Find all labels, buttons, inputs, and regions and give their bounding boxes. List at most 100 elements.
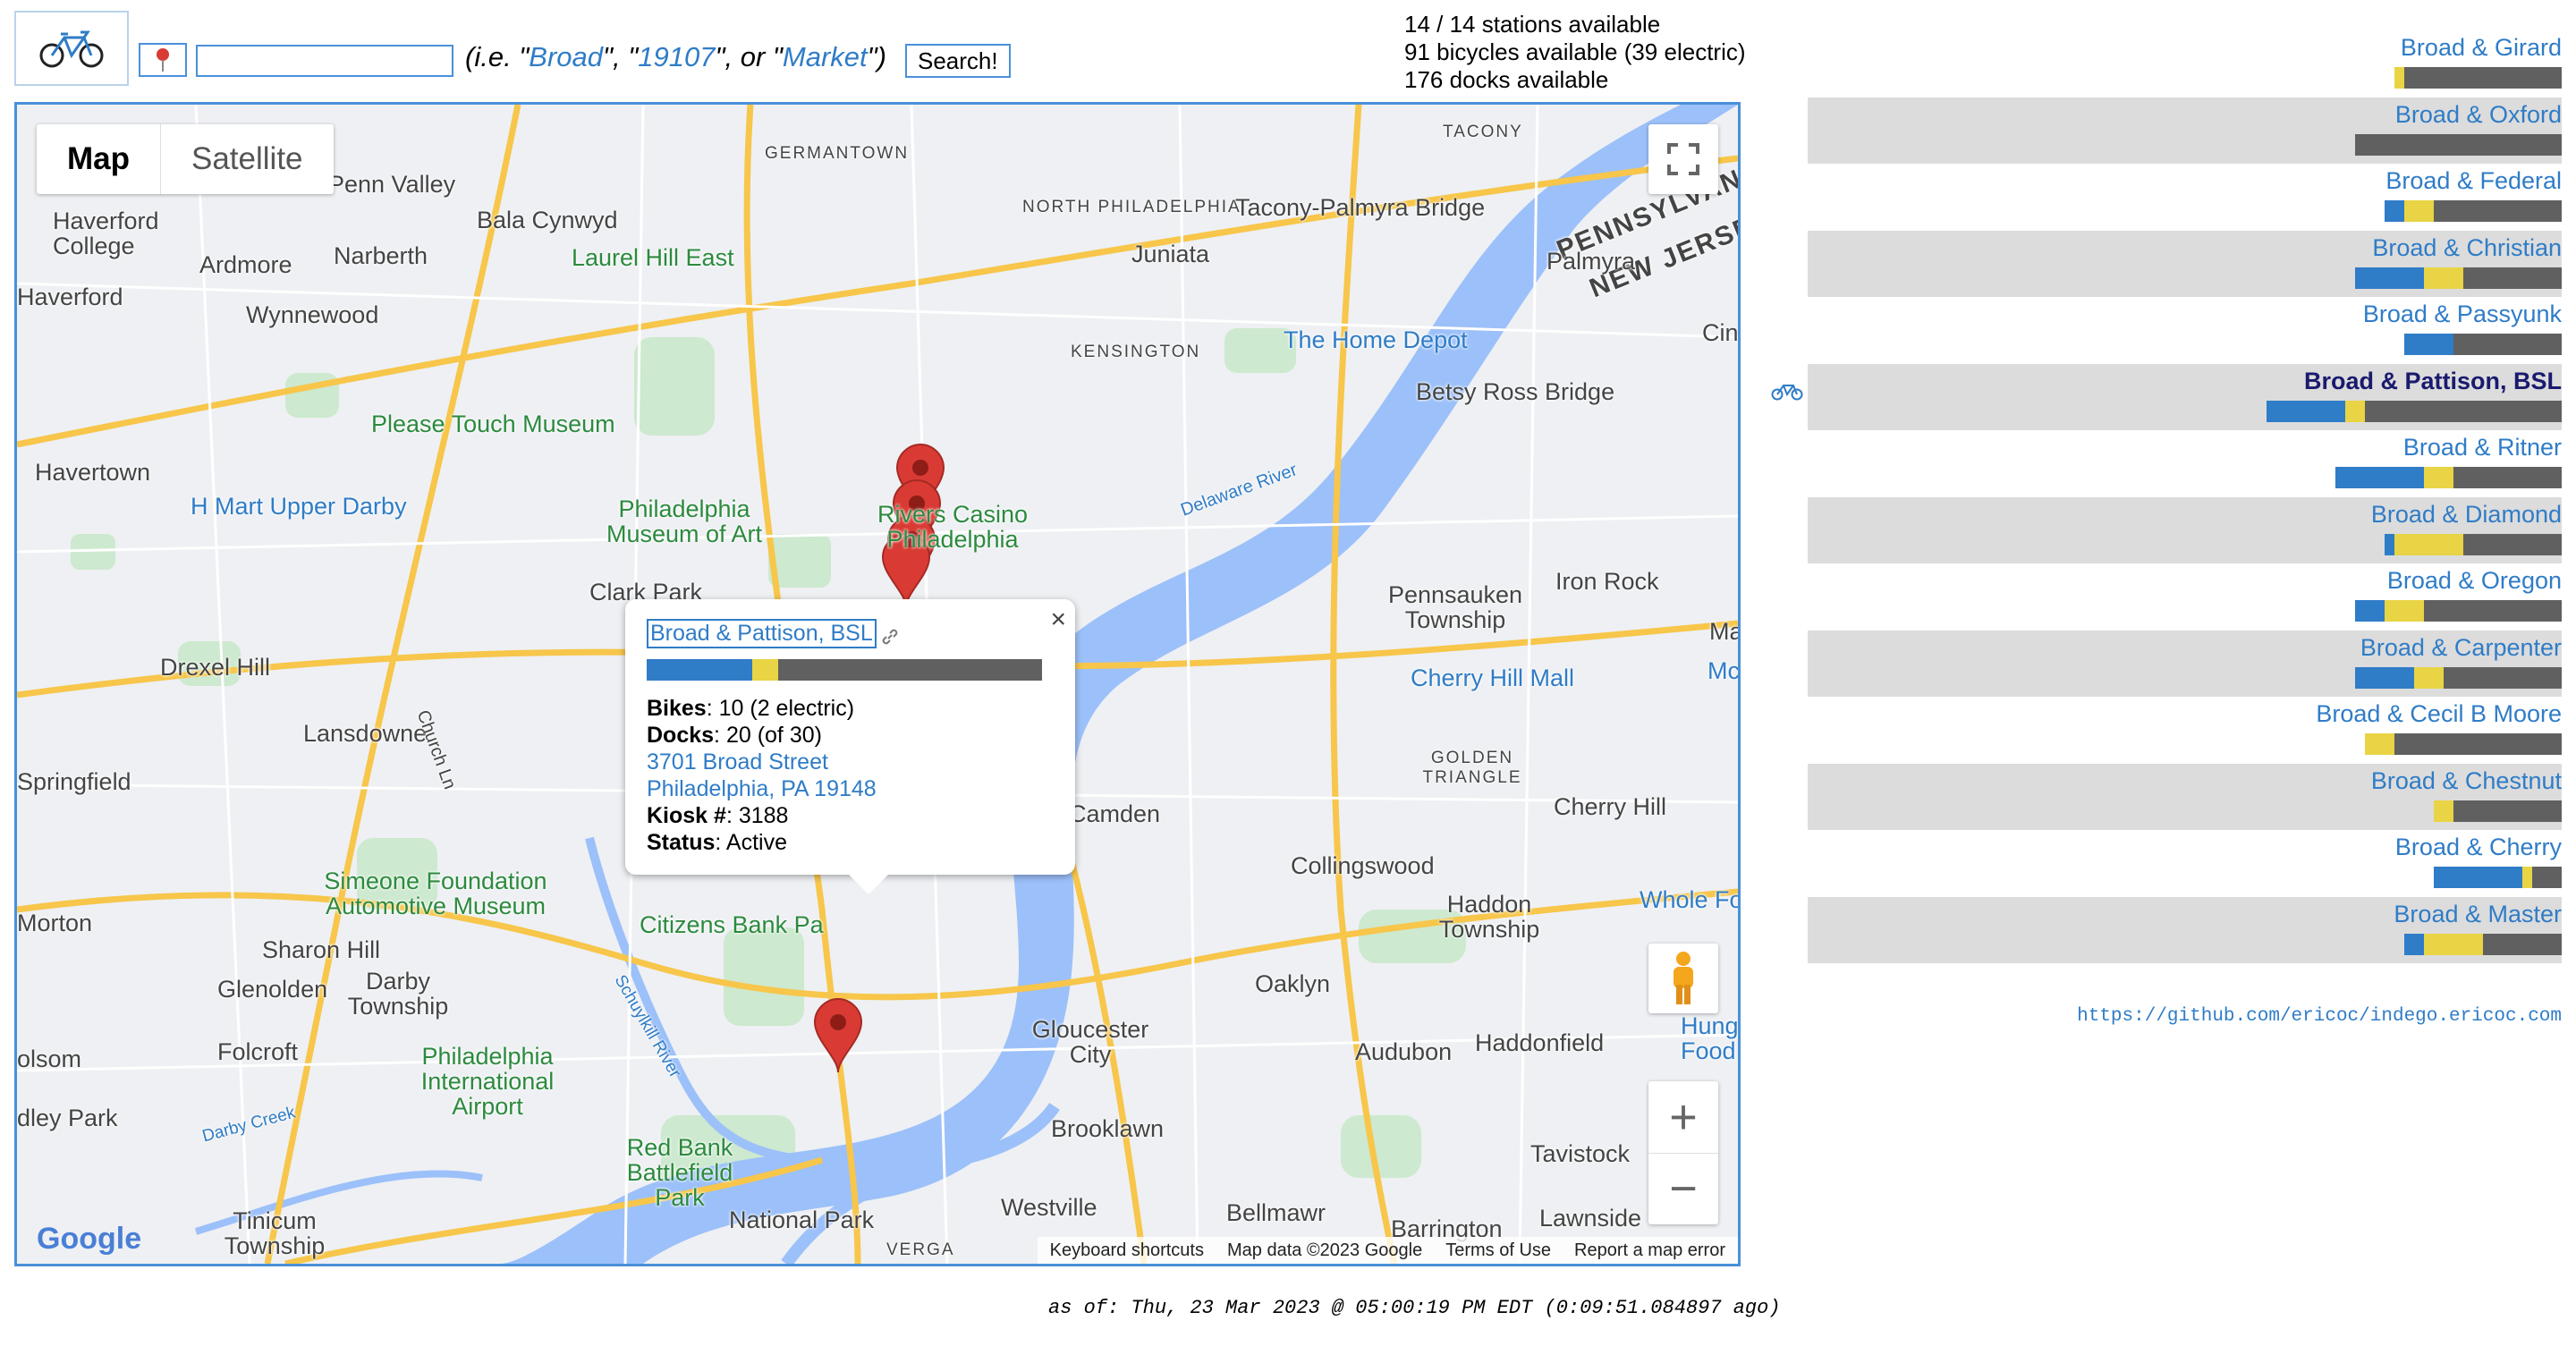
station-link[interactable]: Broad & Diamond [2371,501,2562,529]
empty-docks-segment [2463,533,2562,555]
station-link[interactable]: Broad & Oxford [2395,101,2562,129]
docks-value: : 20 (of 30) [714,723,822,748]
github-link[interactable]: https://github.com/ericoc/indego.ericoc.… [2077,1006,2562,1027]
map-label: The Home Depot [1284,326,1468,353]
map-label: Simeone Foundation Automotive Museum [324,868,547,919]
map-label: Haddon Township [1438,891,1540,943]
station-link[interactable]: Broad & Passyunk [2363,301,2562,328]
map-label: Red Bank Battlefield Park [626,1134,733,1211]
map-label: Juniata [1131,241,1210,267]
station-link[interactable]: Broad & Chestnut [2371,767,2562,795]
map-label: Haverford [17,284,123,310]
map-label: Hung Food [1681,1012,1739,1064]
map-data-text: Map data ©2023 Google [1226,1240,1423,1260]
address-line1-link[interactable]: 3701 Broad Street [647,749,828,775]
station-availability-bar [2434,800,2562,822]
station-title-link[interactable]: Broad & Pattison, BSL [647,619,877,648]
map-label: Haverford College [53,207,159,259]
map-label: Pennsauken Township [1387,581,1523,633]
map-label: Gloucester City [1031,1016,1149,1068]
empty-docks-segment [2365,400,2562,422]
map-label: Lawnside [1539,1205,1642,1232]
classic-bikes-segment [2335,467,2424,488]
empty-docks-segment [2453,800,2562,822]
empty-docks-segment [2355,133,2562,156]
map-label: Whole Fo [1640,886,1741,913]
station-link[interactable]: Broad & Christian [2372,234,2562,262]
link-icon[interactable] [880,627,900,647]
station-row: Broad & Ritner [1808,430,2562,496]
zoom-out-button[interactable]: − [1648,1152,1718,1225]
map-label: Glenolden [217,976,328,1003]
empty-docks-segment [2444,666,2562,689]
classic-bikes-segment [2355,600,2385,622]
map-label: Wynnewood [246,301,379,328]
street-view-pegman[interactable] [1648,944,1718,1013]
bicycle-icon [39,30,104,68]
map-label: Sharon Hill [262,936,381,963]
map-label: Mc [1707,657,1740,684]
station-row: Broad & Christian [1808,230,2562,297]
station-link[interactable]: Broad & Federal [2385,167,2562,195]
map-label: Tinicum Township [224,1207,326,1259]
station-link[interactable]: Broad & Girard [2401,34,2562,62]
report-map-error-link[interactable]: Report a map error [1574,1240,1725,1261]
bikes-label: Bikes [647,696,707,721]
hint-separator: ", " [603,41,639,72]
map-label: KENSINGTON [1071,343,1201,361]
docks-row: Docks: 20 (of 30) [647,722,1054,749]
locate-me-button[interactable] [139,43,187,77]
electric-bikes-segment [2345,400,2365,422]
station-row: Broad & Cecil B Moore [1808,697,2562,763]
map[interactable]: GERMANTOWN TACONY Penn Valley Bala Cynwy… [14,102,1741,1266]
electric-bikes-segment [2424,467,2453,488]
station-row: Broad & Cherry [1808,830,2562,896]
station-link[interactable]: Broad & Carpenter [2360,634,2562,662]
station-link[interactable]: Broad & Ritner [2403,434,2562,461]
electric-bikes-segment [751,659,779,681]
station-marker [813,997,863,1073]
map-label: National Park [729,1206,875,1233]
map-label: Folcroft [217,1038,299,1065]
map-label: Drexel Hill [160,654,271,681]
classic-bikes-segment [2434,867,2522,888]
map-label: dley Park [17,1105,118,1131]
station-link[interactable]: Broad & Cherry [2395,834,2562,861]
map-label: Darby Township [347,968,449,1020]
search-button[interactable]: Search! [905,44,1011,78]
bike-logo-button[interactable] [14,11,129,86]
zoom-in-button[interactable]: + [1648,1081,1718,1153]
example-link-broad[interactable]: Broad [529,41,603,72]
station-availability-bar [2385,200,2562,222]
classic-bikes-segment [2267,400,2345,422]
electric-bikes-segment [2424,267,2463,289]
fullscreen-button[interactable] [1648,124,1718,194]
map-label: H Mart Upper Darby [191,493,407,520]
station-link[interactable]: Broad & Master [2394,901,2562,928]
electric-bikes-segment [2385,600,2424,622]
map-label: Iron Rock [1555,568,1659,595]
empty-docks-segment [2434,200,2562,222]
address-line2-link[interactable]: Philadelphia, PA 19148 [647,776,877,801]
fullscreen-icon [1667,143,1699,175]
map-label: Please Touch Museum [371,411,615,437]
stations-available: 14 / 14 stations available [1404,11,1661,38]
google-logo[interactable]: Google [37,1222,141,1257]
map-label: Haddonfield [1475,1029,1605,1056]
zoom-control: + − [1648,1081,1718,1224]
example-link-market[interactable]: Market [783,41,868,72]
close-icon[interactable]: × [1050,605,1066,635]
empty-docks-segment [2453,467,2562,488]
station-row: Broad & Pattison, BSL [1808,363,2562,430]
station-link[interactable]: Broad & Pattison, BSL [2304,368,2562,395]
station-link[interactable]: Broad & Oregon [2387,567,2562,595]
map-label: Havertown [35,459,151,486]
keyboard-shortcuts-link[interactable]: Keyboard shortcuts [1050,1240,1204,1261]
example-link-zip[interactable]: 19107 [638,41,715,72]
map-type-satellite-button[interactable]: Satellite [161,124,334,194]
map-type-map-button[interactable]: Map [37,124,161,194]
map-label: Ardmore [199,251,292,278]
search-input[interactable] [196,45,453,77]
terms-of-use-link[interactable]: Terms of Use [1445,1240,1551,1261]
station-link[interactable]: Broad & Cecil B Moore [2316,700,2562,728]
